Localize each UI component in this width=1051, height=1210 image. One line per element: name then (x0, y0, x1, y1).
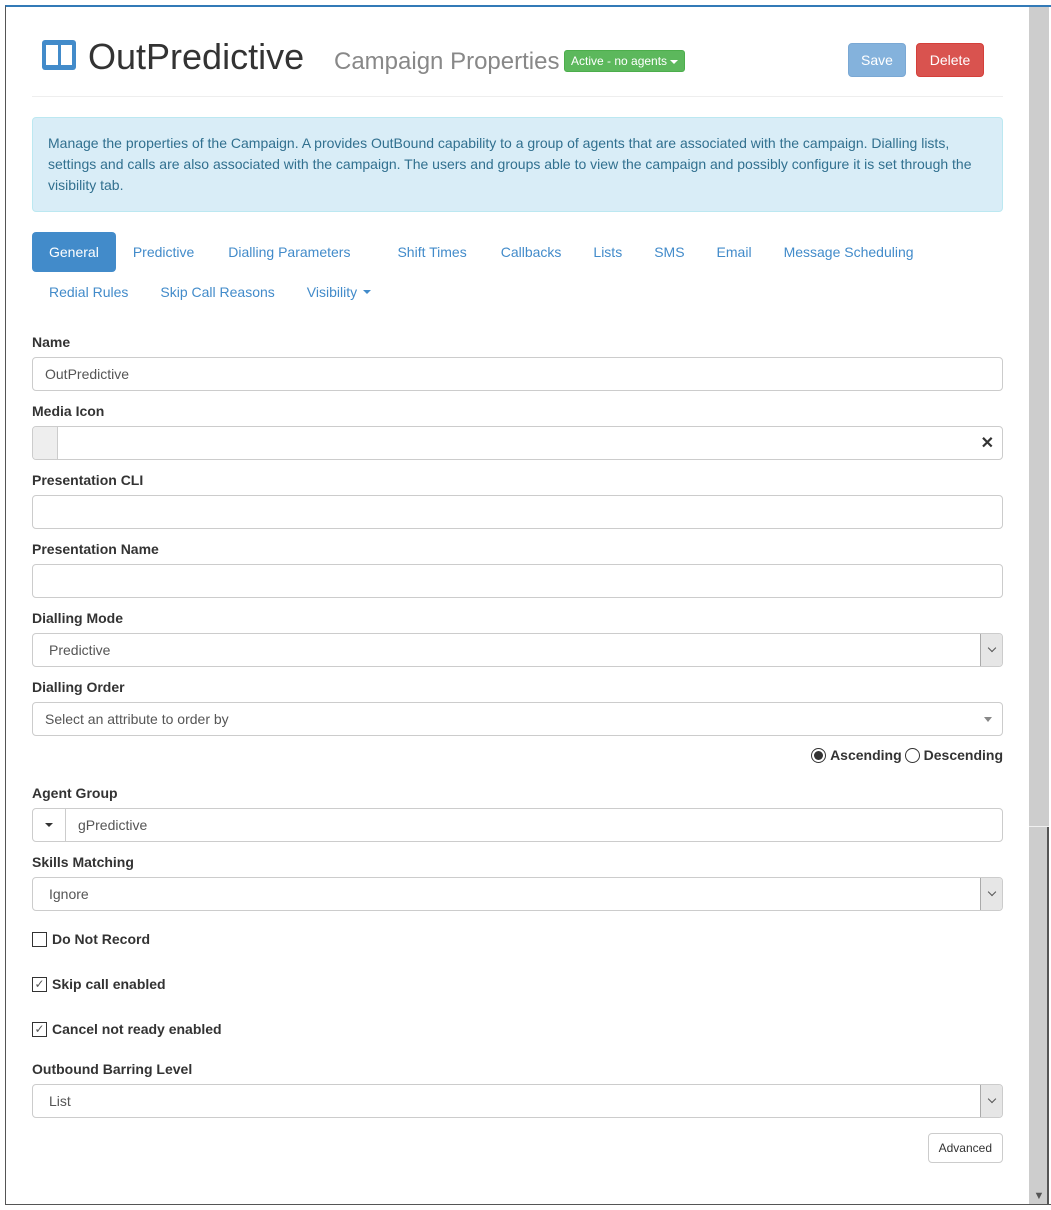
cancel-not-ready-checkbox[interactable]: ✓ (32, 1021, 47, 1037)
advanced-row: Advanced (32, 1128, 1003, 1168)
tab-predictive[interactable]: Predictive (116, 232, 211, 272)
chevron-down-icon (980, 634, 1002, 666)
tab-skip-call-reasons[interactable]: Skip Call Reasons (145, 272, 291, 312)
agent-group-dropdown-button[interactable] (33, 809, 66, 841)
presentation-name-label: Presentation Name (32, 541, 159, 557)
name-input[interactable]: OutPredictive (32, 357, 1003, 391)
descending-label: Descending (923, 747, 1003, 763)
tab-redial-rules[interactable]: Redial Rules (32, 272, 145, 312)
dialling-order-group: Dialling Order Select an attribute to or… (32, 677, 1003, 736)
name-label: Name (32, 334, 71, 350)
do-not-record-label: Do Not Record (52, 931, 150, 947)
skip-call-enabled-label: Skip call enabled (52, 976, 166, 992)
clear-icon[interactable]: ✕ (981, 433, 994, 453)
media-icon-label: Media Icon (32, 403, 105, 419)
caret-down-icon (45, 823, 53, 827)
ascending-radio[interactable] (811, 747, 827, 763)
cancel-not-ready-label: Cancel not ready enabled (52, 1021, 222, 1037)
info-alert: Manage the properties of the Campaign. A… (32, 117, 1003, 212)
outbound-barring-value: List (49, 1093, 71, 1109)
outbound-barring-select[interactable]: List (32, 1084, 1003, 1118)
tab-email[interactable]: Email (702, 232, 769, 272)
skip-call-enabled-row: ✓ Skip call enabled (32, 974, 1003, 994)
outbound-barring-label: Outbound Barring Level (32, 1061, 193, 1077)
skills-matching-group: Skills Matching Ignore (32, 852, 1003, 911)
skills-matching-value: Ignore (49, 886, 89, 902)
presentation-name-input[interactable] (32, 564, 1003, 598)
dialling-order-label: Dialling Order (32, 679, 125, 695)
caret-down-icon (670, 59, 679, 64)
ascending-label: Ascending (830, 747, 902, 763)
caret-down-icon (984, 717, 992, 722)
descending-radio[interactable] (904, 747, 920, 763)
save-button[interactable]: Save (848, 43, 906, 77)
status-badge-dropdown[interactable]: Active - no agents (564, 50, 686, 72)
scrollbar-thumb[interactable] (1029, 7, 1049, 827)
tab-dialling-parameters[interactable]: Dialling Parameters (211, 232, 367, 272)
skip-call-enabled-checkbox[interactable]: ✓ (32, 976, 47, 992)
agent-group-input[interactable]: gPredictive (32, 808, 1003, 842)
dialling-mode-select[interactable]: Predictive (32, 633, 1003, 667)
advanced-button[interactable]: Advanced (927, 1133, 1003, 1163)
tab-sms[interactable]: SMS (639, 232, 701, 272)
scroll-down-arrow-icon[interactable]: ▼ (1029, 1187, 1049, 1204)
dialling-order-select[interactable]: Select an attribute to order by (32, 702, 1003, 736)
page-header: OutPredictive Campaign Properties Active… (32, 7, 1003, 97)
agent-group-value: gPredictive (78, 817, 148, 833)
tab-bar: General Predictive Dialling Parameters S… (32, 232, 1003, 272)
status-badge-label: Active - no agents (571, 54, 668, 68)
main-content: OutPredictive Campaign Properties Active… (32, 7, 1003, 1168)
presentation-cli-label: Presentation CLI (32, 472, 144, 488)
tab-callbacks[interactable]: Callbacks (484, 232, 579, 272)
media-icon-group: Media Icon ✕ (32, 401, 1003, 460)
media-icon-input[interactable]: ✕ (32, 426, 1003, 460)
app-window: OutPredictive Campaign Properties Active… (5, 5, 1051, 1205)
page-subtitle: Campaign Properties (334, 48, 560, 75)
app-title: OutPredictive (88, 36, 305, 77)
agent-group-label: Agent Group (32, 785, 118, 801)
tab-general[interactable]: General (32, 232, 116, 272)
chevron-down-icon (980, 878, 1002, 910)
skills-matching-label: Skills Matching (32, 854, 134, 870)
name-group: Name OutPredictive (32, 332, 1003, 391)
presentation-name-group: Presentation Name (32, 539, 1003, 598)
vertical-scrollbar[interactable]: ▼ (1029, 7, 1049, 1204)
tab-visibility[interactable]: Visibility (292, 272, 388, 312)
do-not-record-row: Do Not Record (32, 929, 1003, 949)
tab-message-scheduling[interactable]: Message Scheduling (769, 232, 931, 272)
order-direction-radios: Ascending Descending (32, 744, 1003, 766)
chevron-down-icon (980, 1085, 1002, 1117)
tab-lists[interactable]: Lists (578, 232, 639, 272)
dialling-mode-value: Predictive (49, 642, 111, 658)
general-form: Name OutPredictive Media Icon ✕ Presenta… (32, 332, 1003, 1168)
dialling-mode-group: Dialling Mode Predictive (32, 608, 1003, 667)
caret-down-icon (363, 290, 372, 294)
presentation-cli-input[interactable] (32, 495, 1003, 529)
outbound-barring-group: Outbound Barring Level List (32, 1059, 1003, 1118)
dialling-mode-label: Dialling Mode (32, 610, 123, 626)
campaign-logo-icon (42, 40, 76, 70)
tab-visibility-label: Visibility (306, 284, 358, 300)
cancel-not-ready-row: ✓ Cancel not ready enabled (32, 1019, 1003, 1039)
do-not-record-checkbox[interactable] (32, 931, 47, 947)
skills-matching-select[interactable]: Ignore (32, 877, 1003, 911)
media-icon-preview (33, 427, 58, 459)
tab-bar-row-2: Redial Rules Skip Call Reasons Visibilit… (32, 272, 1003, 312)
agent-group-group: Agent Group gPredictive (32, 783, 1003, 842)
presentation-cli-group: Presentation CLI (32, 470, 1003, 529)
delete-button[interactable]: Delete (916, 43, 984, 77)
tab-shift-times[interactable]: Shift Times (367, 232, 483, 272)
dialling-order-placeholder: Select an attribute to order by (45, 711, 229, 727)
